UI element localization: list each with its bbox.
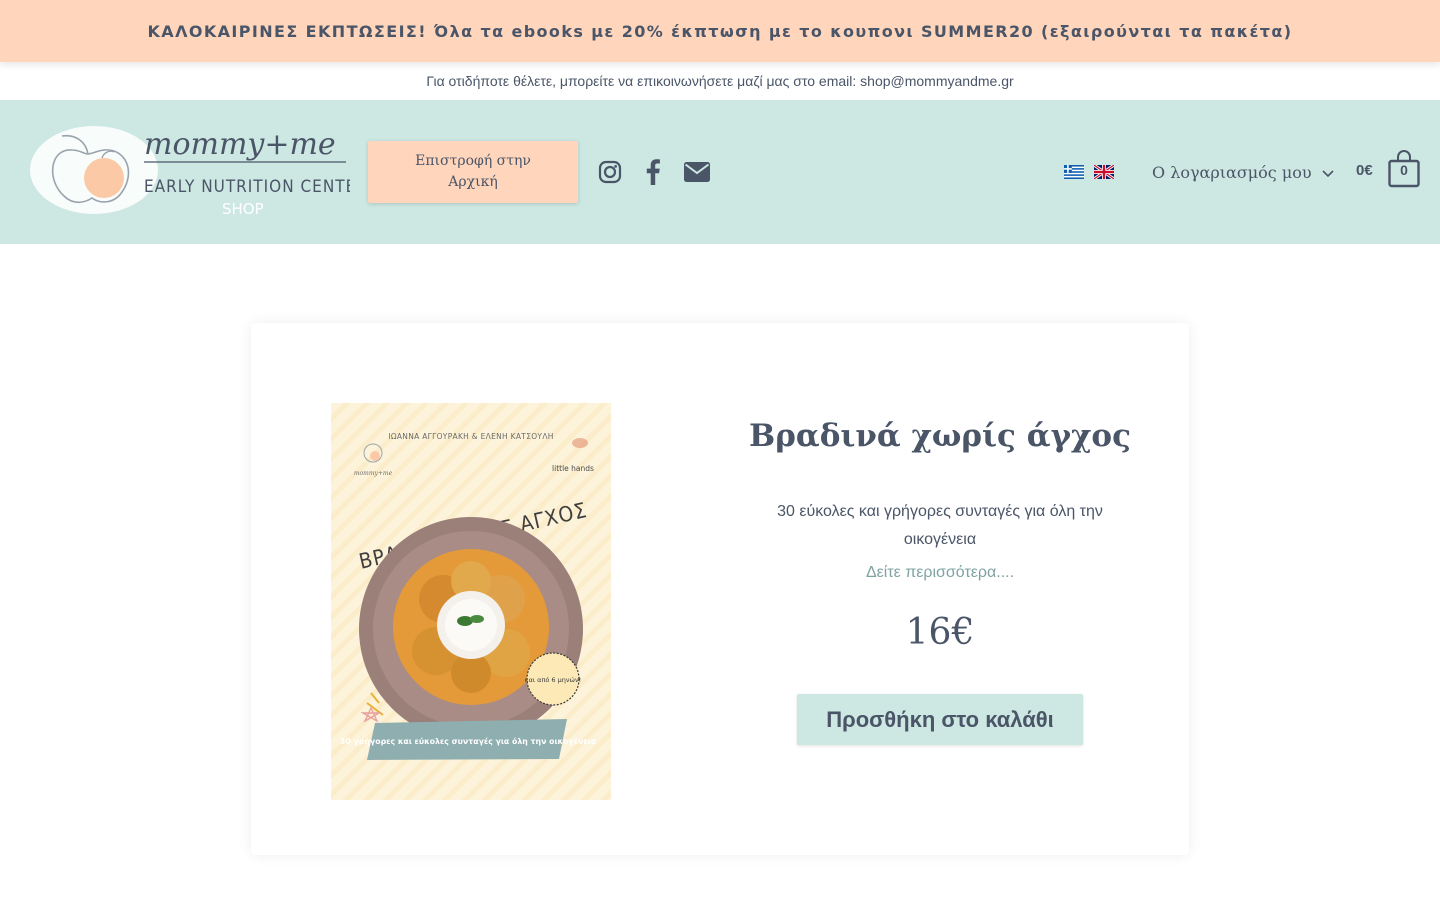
promo-banner: ΚΑΛΟΚΑΙΡΙΝΕΣ ΕΚΠΤΩΣΕΙΣ! Όλα τα ebooks με… (0, 0, 1440, 62)
book-cover-image[interactable]: ΙΩΑΝΝΑ ΑΓΓΟΥΡΑΚΗ & ΕΛΕΝΗ ΚΑΤΣΟΥΛΗ mommy+… (331, 403, 611, 800)
product-price: 16€ (905, 612, 975, 653)
uk-flag-icon[interactable] (1094, 165, 1114, 179)
home-button[interactable]: Επιστροφή στην Αρχική (368, 141, 578, 203)
site-logo[interactable]: mommy+me EARLY NUTRITION CENTER SHOP (30, 120, 367, 218)
cover-badge: και από 6 μηνών! (525, 676, 581, 684)
logo-tagline: EARLY NUTRITION CENTER (144, 177, 350, 197)
cart-count: 0 (1400, 162, 1408, 178)
facebook-icon[interactable] (644, 158, 662, 186)
account-label: Ο λογαριασμός μου (1152, 162, 1312, 182)
logo-wordmark: mommy+me (144, 127, 336, 162)
cart-button[interactable]: 0 (1388, 150, 1420, 188)
product-title: Βραδινά χωρίς άγχος (749, 418, 1131, 454)
product-subtitle: 30 εύκολες και γρήγορες συνταγές για όλη… (777, 503, 1103, 548)
cover-authors: ΙΩΑΝΝΑ ΑΓΓΟΥΡΑΚΗ & ΕΛΕΝΗ ΚΑΤΣΟΥΛΗ (388, 432, 553, 441)
instagram-icon[interactable] (598, 158, 622, 186)
see-more-link[interactable]: Δείτε περισσότερα.... (760, 564, 1120, 582)
cover-left-logo: mommy+me (354, 470, 393, 477)
logo-shop: SHOP (222, 200, 264, 218)
cart-total[interactable]: 0€ (1356, 162, 1373, 179)
envelope-icon[interactable] (684, 158, 710, 186)
promo-text: ΚΑΛΟΚΑΙΡΙΝΕΣ ΕΚΠΤΩΣΕΙΣ! Όλα τα ebooks με… (147, 21, 1293, 41)
cover-right-logo: little hands (552, 464, 594, 473)
cover-banner: 30 γρήγορες και εύκολες συνταγές για όλη… (340, 736, 597, 746)
chevron-down-icon (1322, 163, 1334, 182)
contact-line: Για οτιδήποτε θέλετε, μπορείτε να επικοι… (426, 73, 1014, 89)
add-to-cart-button[interactable]: Προσθήκη στο καλάθι (797, 694, 1083, 745)
account-menu[interactable]: Ο λογαριασμός μου (1152, 160, 1334, 184)
greek-flag-icon[interactable] (1064, 165, 1084, 179)
